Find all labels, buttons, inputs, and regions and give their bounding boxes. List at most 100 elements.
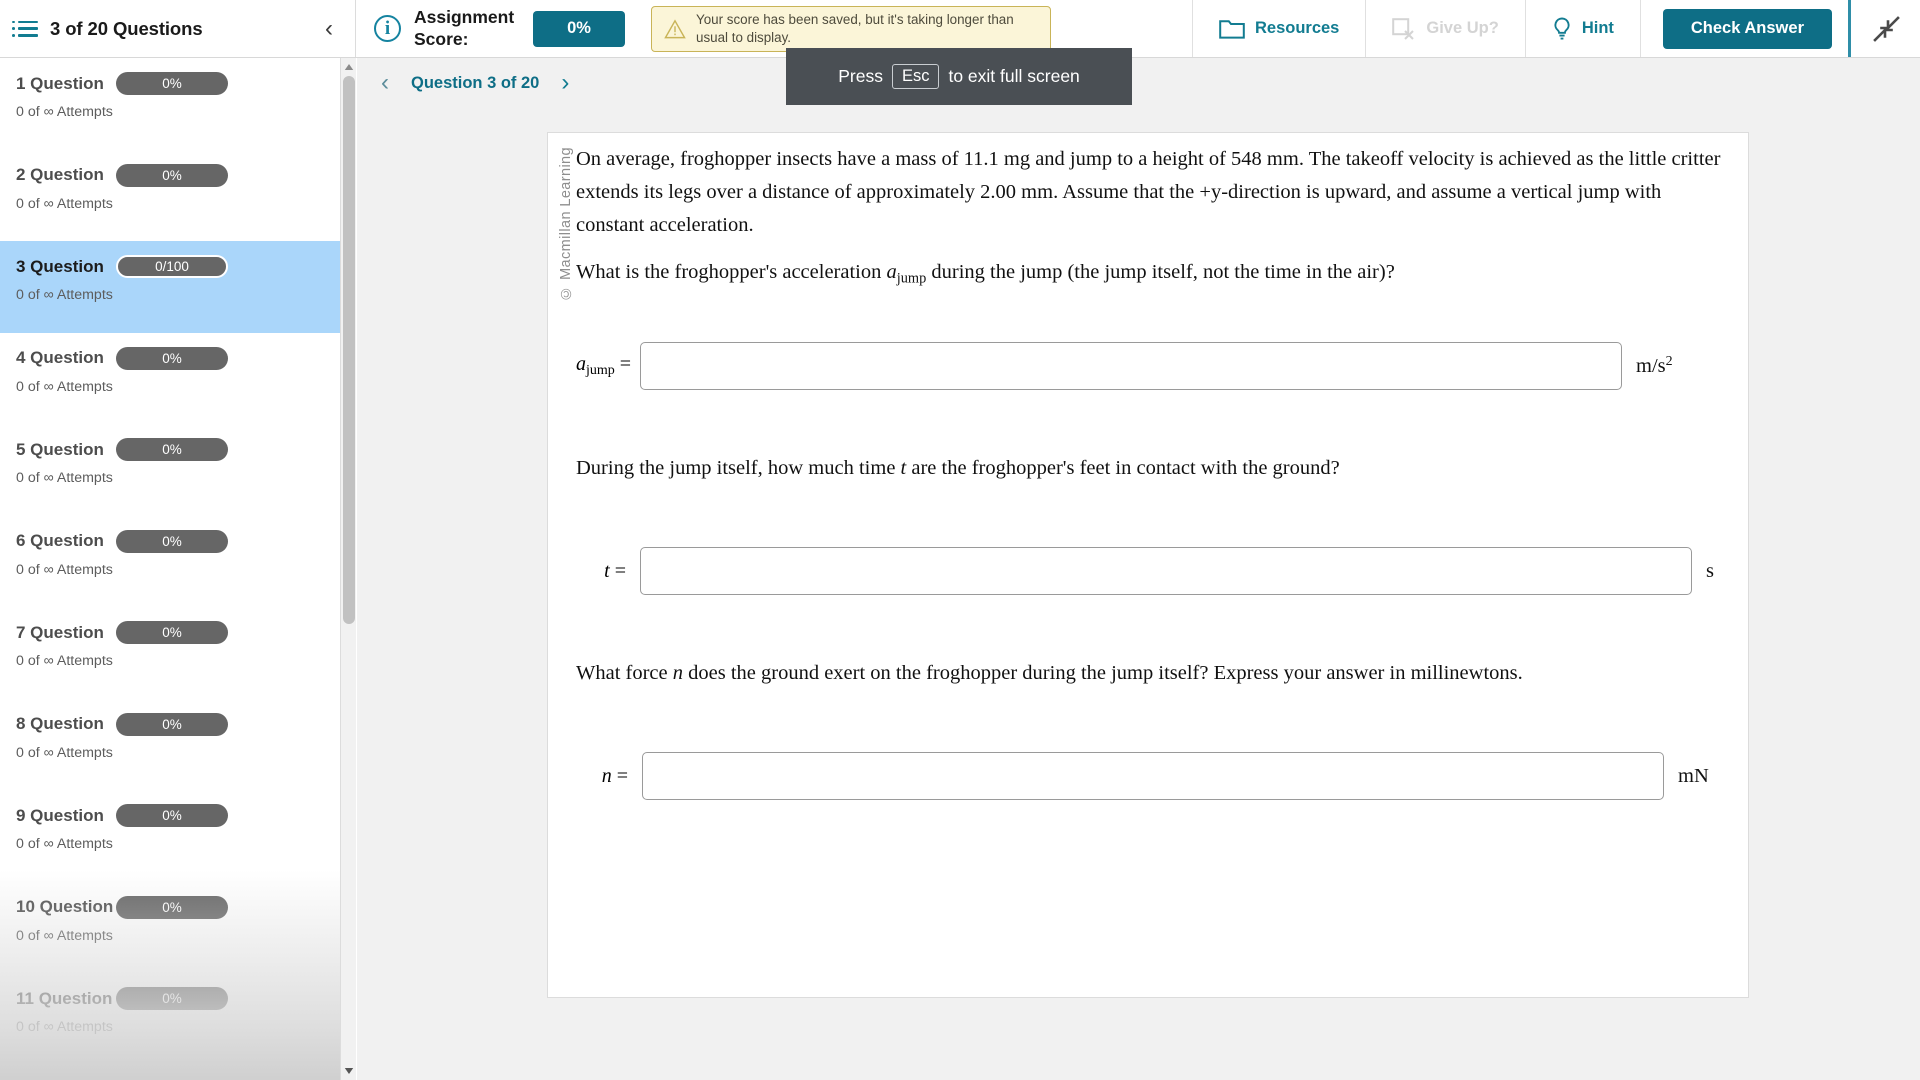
give-up-button: Give Up?: [1365, 0, 1524, 57]
toast-prefix: Press: [838, 66, 883, 86]
sidebar-header: 3 of 20 Questions ‹: [0, 0, 356, 57]
part-c-symbol: n: [672, 662, 683, 685]
part-c-prompt-post: does the ground exert on the froghopper …: [683, 662, 1523, 685]
question-list-icon[interactable]: [12, 20, 38, 37]
sidebar-question-item[interactable]: 6 Question 0% 0 of ∞ Attempts: [0, 516, 340, 608]
question-body: On average, froghopper insects have a ma…: [576, 143, 1728, 801]
sidebar-question-score-badge: 0%: [116, 163, 228, 187]
sidebar-question-title: 3 Question: [16, 256, 104, 276]
sidebar-question-score-badge: 0/100: [116, 255, 228, 278]
scroll-down-arrow[interactable]: [341, 1062, 357, 1080]
next-question-button[interactable]: ›: [561, 71, 569, 95]
sidebar-question-row: 7 Question 0%: [16, 621, 320, 644]
toolbar-actions: Resources Give Up? Hint Check Answer: [1191, 0, 1920, 57]
sidebar-question-score-badge: 0%: [116, 346, 228, 370]
sidebar-question-item[interactable]: 2 Question 0% 0 of ∞ Attempts: [0, 150, 340, 242]
sidebar-question-item[interactable]: 4 Question 0% 0 of ∞ Attempts: [0, 333, 340, 425]
sidebar-question-item[interactable]: 10 Question 0% 0 of ∞ Attempts: [0, 882, 340, 974]
sidebar-question-item[interactable]: 8 Question 0% 0 of ∞ Attempts: [0, 699, 340, 791]
part-a-symbol: ajump: [886, 261, 927, 287]
sidebar-question-score-badge: 0%: [116, 895, 228, 919]
sidebar-question-title: 2 Question: [16, 165, 104, 184]
part-b-prompt-post: are the froghopper's feet in contact wit…: [906, 457, 1340, 480]
sidebar-question-item[interactable]: 5 Question 0% 0 of ∞ Attempts: [0, 424, 340, 516]
sidebar-question-title: 8 Question: [16, 714, 104, 733]
answer-row-a: ajump = m/s2: [576, 342, 1728, 391]
question-paragraph-1: On average, froghopper insects have a ma…: [576, 148, 1721, 236]
sidebar-question-row: 4 Question 0%: [16, 346, 320, 370]
lightbulb-icon: [1554, 17, 1570, 40]
question-list: 1 Question 0% 0 of ∞ Attempts 2 Question 0% 0…: [0, 58, 340, 1065]
answer-row-c: n = mN: [576, 752, 1728, 801]
sidebar-question-title: 1 Question: [16, 73, 104, 93]
info-icon[interactable]: i: [374, 15, 401, 42]
macmillan-watermark: © Macmillan Learning: [558, 147, 574, 301]
folder-icon: [1219, 20, 1245, 39]
resources-button[interactable]: Resources: [1191, 0, 1365, 57]
sidebar-question-item[interactable]: 7 Question 0% 0 of ∞ Attempts: [0, 607, 340, 699]
answer-label-b: t =: [604, 559, 626, 582]
warning-triangle-icon: [664, 18, 686, 38]
resources-label: Resources: [1254, 19, 1340, 37]
question-sidebar[interactable]: 1 Question 0% 0 of ∞ Attempts 2 Question 0% 0…: [0, 58, 356, 1080]
give-up-icon: [1392, 17, 1415, 40]
sidebar-question-score-badge: 0%: [116, 712, 228, 736]
sidebar-question-title: 4 Question: [16, 348, 104, 367]
sidebar-question-attempts: 0 of ∞ Attempts: [16, 470, 113, 486]
answer-input-c[interactable]: [642, 752, 1664, 801]
question-card: © Macmillan Learning On average, froghop…: [547, 132, 1749, 998]
scroll-up-arrow[interactable]: [341, 58, 357, 76]
answer-input-b[interactable]: [640, 547, 1692, 596]
sidebar-question-attempts: 0 of ∞ Attempts: [16, 195, 113, 212]
check-answer-button[interactable]: Check Answer: [1662, 8, 1832, 49]
sidebar-question-item[interactable]: 3 Question 0/100 0 of ∞ Attempts: [0, 241, 340, 333]
sidebar-question-row: 2 Question 0%: [16, 163, 320, 187]
question-count-label: 3 of 20 Questions: [50, 17, 203, 39]
sidebar-question-item[interactable]: 9 Question 0% 0 of ∞ Attempts: [0, 790, 340, 882]
question-part-a-prompt: What is the froghopper's acceleration aj…: [576, 256, 1728, 290]
sidebar-question-title: 11 Question: [16, 988, 113, 1008]
assignment-score-group: i Assignment Score: 0%: [356, 0, 639, 57]
sidebar-question-row: 11 Question 0%: [16, 987, 320, 1010]
sidebar-question-title: 10 Question: [16, 897, 114, 916]
main-content: ‹ Question 3 of 20 › © Macmillan Learnin…: [357, 58, 1920, 1080]
sidebar-question-row: 6 Question 0%: [16, 529, 320, 553]
sidebar-question-item[interactable]: 11 Question 0% 0 of ∞ Attempts: [0, 973, 340, 1065]
previous-question-button[interactable]: ‹: [381, 71, 389, 95]
collapse-sidebar-button[interactable]: ‹: [325, 16, 333, 41]
sidebar-question-score-badge: 0%: [116, 987, 228, 1010]
sidebar-question-title: 5 Question: [16, 439, 104, 459]
sidebar-question-row: 5 Question 0%: [16, 438, 320, 461]
hint-label: Hint: [1581, 19, 1614, 37]
sidebar-scrollbar[interactable]: [340, 58, 356, 1080]
sidebar-question-attempts: 0 of ∞ Attempts: [16, 1019, 113, 1035]
assignment-page: 3 of 20 Questions ‹ i Assignment Score: …: [0, 0, 1920, 1080]
answer-row-b: t = s: [576, 547, 1728, 596]
give-up-label: Give Up?: [1426, 19, 1499, 37]
sidebar-question-attempts: 0 of ∞ Attempts: [16, 653, 113, 669]
esc-key-badge: Esc: [891, 63, 940, 90]
question-nav-title: Question 3 of 20: [411, 73, 540, 92]
hint-button[interactable]: Hint: [1524, 0, 1640, 57]
sidebar-question-item[interactable]: 1 Question 0% 0 of ∞ Attempts: [0, 58, 340, 150]
check-answer-wrap: Check Answer: [1639, 0, 1848, 57]
sidebar-question-attempts: 0 of ∞ Attempts: [16, 836, 113, 852]
scrollbar-thumb[interactable]: [343, 76, 355, 624]
sidebar-question-title: 6 Question: [16, 531, 104, 550]
exit-fullscreen-button[interactable]: [1848, 0, 1920, 57]
part-c-prompt-pre: What force: [576, 662, 673, 685]
sidebar-question-score-badge: 0%: [116, 529, 228, 553]
question-navigation: ‹ Question 3 of 20 ›: [357, 58, 1920, 108]
sidebar-question-attempts: 0 of ∞ Attempts: [16, 287, 113, 303]
answer-label-a: ajump =: [576, 353, 632, 379]
fullscreen-exit-toast: Press Esc to exit full screen: [786, 48, 1132, 105]
part-b-prompt-pre: During the jump itself, how much time: [576, 457, 901, 480]
sidebar-question-row: 3 Question 0/100: [16, 255, 320, 278]
question-part-b-prompt: During the jump itself, how much time t …: [576, 452, 1728, 485]
answer-unit-a: m/s2: [1636, 354, 1673, 378]
answer-unit-b: s: [1706, 559, 1714, 582]
answer-input-a[interactable]: [640, 342, 1622, 391]
sidebar-question-title: 7 Question: [16, 622, 104, 642]
question-part-c-prompt: What force n does the ground exert on th…: [576, 657, 1728, 690]
assignment-score-value: 0%: [533, 10, 625, 47]
